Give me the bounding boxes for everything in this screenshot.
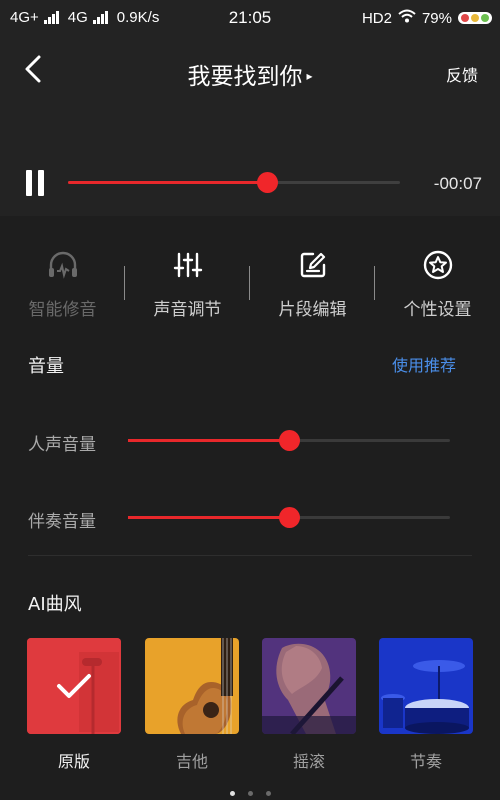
style-card-rock[interactable] bbox=[262, 638, 356, 734]
progress-fill bbox=[68, 181, 268, 184]
battery-icon bbox=[458, 12, 492, 24]
hd-indicator: HD2 bbox=[361, 9, 392, 27]
style-card-rhythm[interactable] bbox=[379, 638, 473, 734]
pause-button[interactable] bbox=[26, 170, 46, 196]
song-title[interactable]: 我要找到你 ▸ bbox=[0, 57, 500, 91]
page-indicator bbox=[0, 791, 500, 796]
progress-knob[interactable] bbox=[257, 172, 279, 193]
wifi-icon bbox=[398, 9, 416, 27]
vocal-volume-knob[interactable] bbox=[279, 430, 300, 451]
equalizer-sliders-icon bbox=[125, 248, 250, 282]
vocal-volume-fill bbox=[128, 439, 289, 442]
page-dot bbox=[265, 791, 271, 796]
style-name-rock: 摇滚 bbox=[292, 752, 325, 771]
accompaniment-volume-fill bbox=[128, 516, 289, 519]
page-dot bbox=[229, 791, 235, 796]
header: 我要找到你 ▸ 反馈 -00:07 bbox=[0, 36, 500, 216]
tool-clip-edit[interactable]: 片段编辑 bbox=[250, 248, 375, 320]
caret-right-icon: ▸ bbox=[306, 69, 313, 83]
guitar-image bbox=[145, 638, 239, 734]
page-dot bbox=[247, 791, 253, 796]
style-card-guitar[interactable] bbox=[145, 638, 239, 734]
edit-square-icon bbox=[250, 248, 375, 282]
time-remaining: -00:07 bbox=[433, 174, 482, 193]
vocal-volume-label: 人声音量 bbox=[28, 435, 96, 455]
style-name-original: 原版 bbox=[57, 752, 90, 771]
tool-label: 声音调节 bbox=[153, 300, 222, 320]
drums-image bbox=[379, 638, 473, 734]
tool-label: 智能修音 bbox=[28, 300, 97, 320]
tool-sound-adjust[interactable]: 声音调节 bbox=[125, 248, 250, 320]
volume-section-title: 音量 bbox=[28, 356, 64, 377]
accompaniment-volume-label: 伴奏音量 bbox=[28, 512, 96, 532]
ai-style-section-title: AI曲风 bbox=[28, 594, 82, 615]
battery-percent: 79% bbox=[421, 9, 452, 27]
tool-smart-tune[interactable]: 智能修音 bbox=[0, 248, 125, 320]
vocal-volume-slider[interactable] bbox=[128, 430, 450, 451]
tool-row: 智能修音 声音调节 片段编辑 个性设置 bbox=[0, 248, 500, 323]
style-card-original[interactable] bbox=[27, 638, 121, 734]
tool-label: 个性设置 bbox=[403, 300, 472, 320]
style-name-rhythm: 节奏 bbox=[409, 752, 442, 771]
feedback-button[interactable]: 反馈 bbox=[446, 62, 478, 86]
microphone-image bbox=[27, 638, 121, 734]
style-name-guitar: 吉他 bbox=[175, 752, 208, 771]
tool-personal-settings[interactable]: 个性设置 bbox=[375, 248, 500, 320]
status-right: HD2 79% bbox=[362, 9, 492, 27]
section-divider bbox=[28, 555, 472, 556]
accompaniment-volume-knob[interactable] bbox=[279, 507, 300, 528]
tool-label: 片段编辑 bbox=[278, 300, 347, 320]
playback-progress-slider[interactable] bbox=[68, 172, 400, 193]
star-badge-icon bbox=[375, 248, 500, 282]
rock-guitarist-image bbox=[262, 638, 356, 734]
status-bar: 4G+ 4G 0.9K/s 21:05 HD2 79% bbox=[0, 0, 500, 36]
use-recommended-button[interactable]: 使用推荐 bbox=[392, 352, 456, 376]
accompaniment-volume-slider[interactable] bbox=[128, 507, 450, 528]
song-title-text: 我要找到你 bbox=[187, 64, 303, 90]
headphones-waveform-icon bbox=[0, 248, 125, 282]
